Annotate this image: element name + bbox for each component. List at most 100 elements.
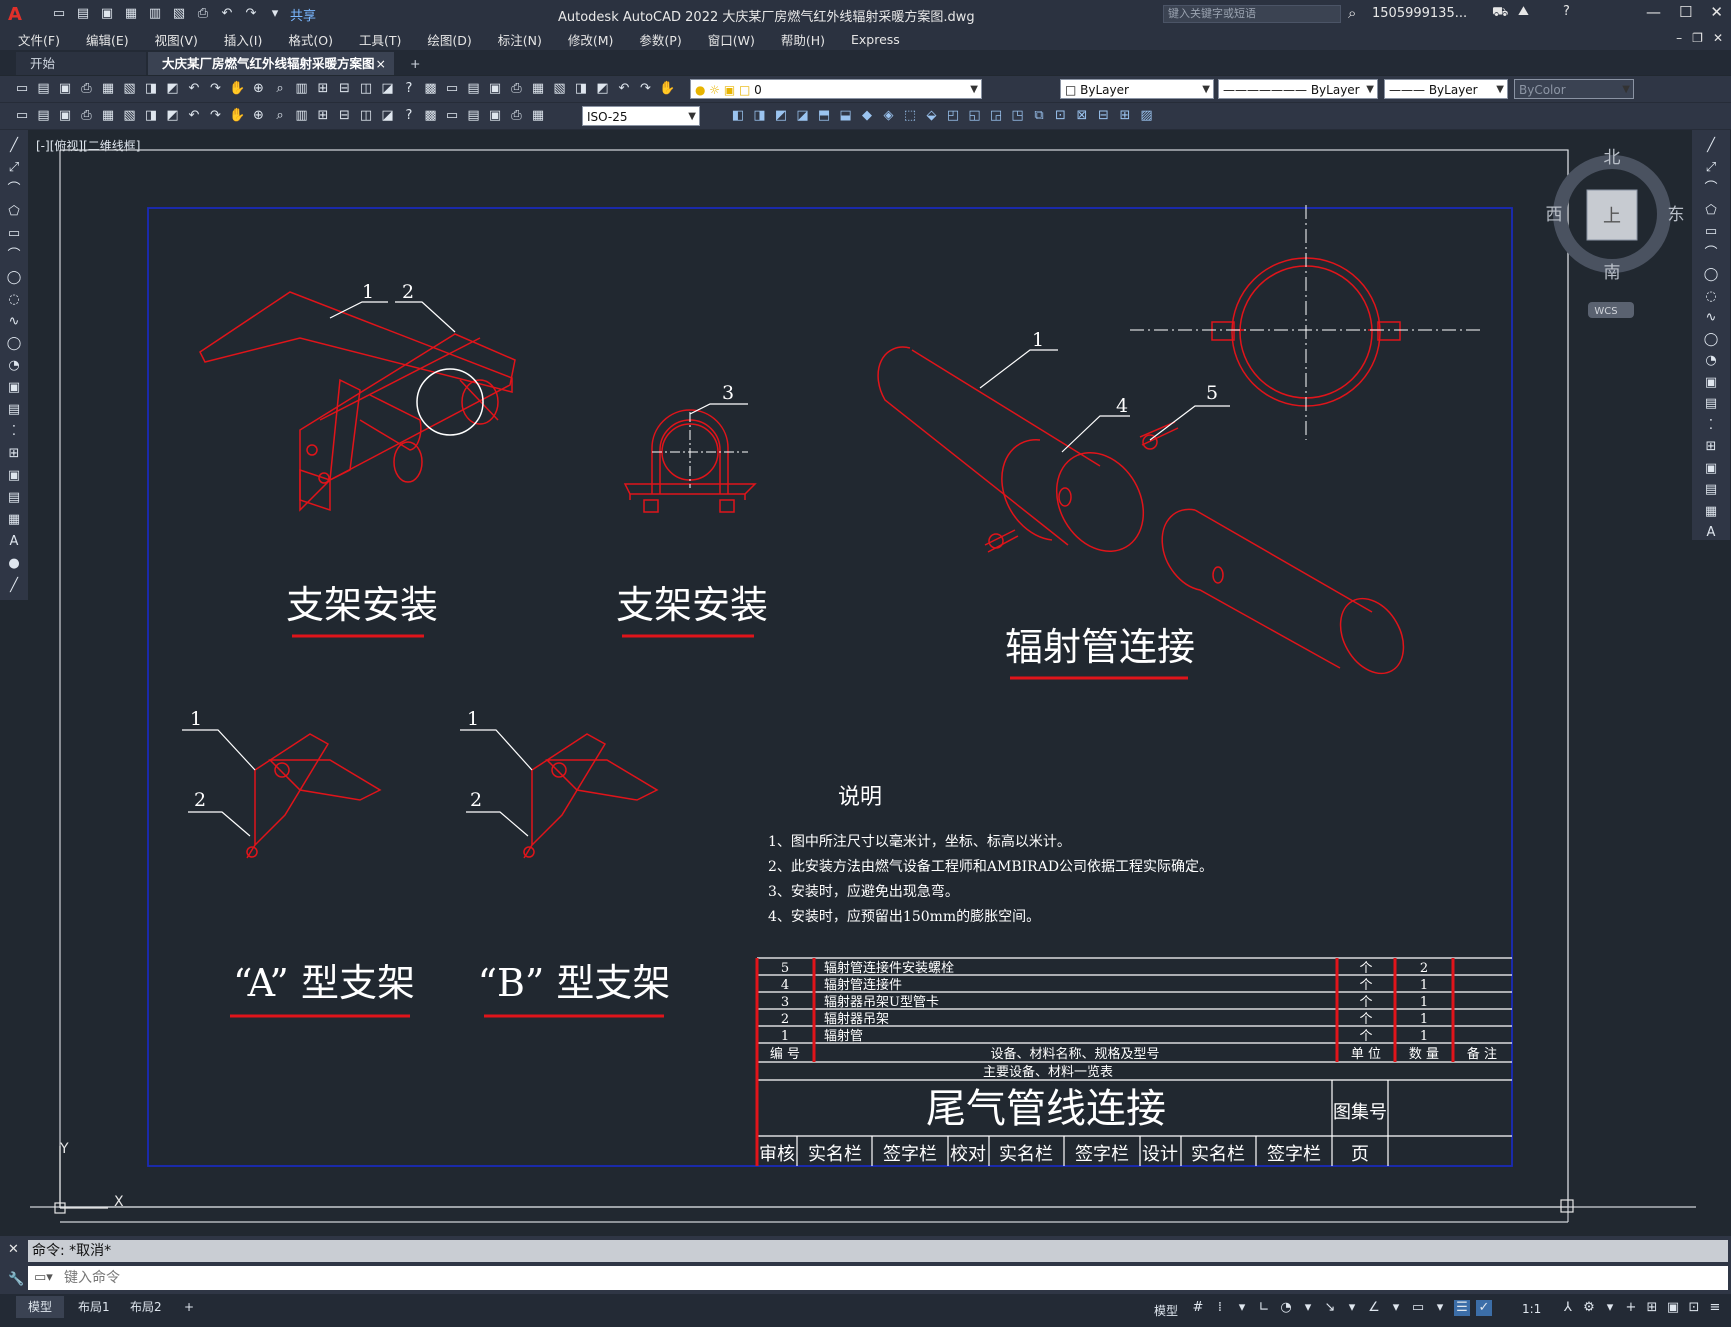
status-toggle-icon[interactable]: + <box>1623 1300 1639 1316</box>
note-4: 4、安装时，应预留出150mm的膨胀空间。 <box>768 908 1040 925</box>
viewcube-east[interactable]: 东 <box>1668 205 1685 225</box>
titleblock-signature-3: 签字栏 <box>1267 1144 1321 1165</box>
row-no: 4 <box>781 978 789 993</box>
status-toggle-icon[interactable]: ⅄ <box>1560 1300 1576 1316</box>
row-unit: 个 <box>1359 995 1372 1010</box>
drawing-canvas[interactable]: 1 2 3 1 4 5 1 2 1 2 支架安装 支架安装 辐射管连接 “A” … <box>0 0 1731 1236</box>
viewcube-top[interactable]: 上 <box>1603 206 1621 227</box>
border-frame <box>30 149 1696 1223</box>
callout-leaders-1 <box>329 301 456 333</box>
row-qty: 1 <box>1420 978 1428 993</box>
label-bracket-install-2: 支架安装 <box>616 583 768 627</box>
status-toggle-icon[interactable]: ⊡ <box>1686 1300 1702 1316</box>
type-b-callout-1: 1 <box>467 708 479 730</box>
layout-tab-1[interactable]: 布局1 <box>66 1296 122 1318</box>
status-toggle-icon[interactable]: # <box>1190 1300 1206 1316</box>
row-unit: 个 <box>1359 961 1372 976</box>
header-name: 设备、材料名称、规格及型号 <box>990 1046 1159 1062</box>
status-toggle-icon[interactable]: ▭ <box>1410 1300 1426 1316</box>
type-a-callout-2: 2 <box>194 789 206 811</box>
status-toggle-icon[interactable]: ▾ <box>1300 1300 1316 1316</box>
callout-3: 3 <box>722 382 734 404</box>
type-b-bracket-drawing <box>523 733 659 859</box>
titleblock-realname-2: 实名栏 <box>999 1144 1053 1165</box>
notes-heading: 说明 <box>838 785 882 810</box>
ucs-y-label: Y <box>59 1141 69 1157</box>
command-input[interactable]: 键入命令 <box>28 1266 1728 1290</box>
connector-centerlines <box>1130 205 1480 440</box>
type-a-bracket-drawing <box>246 733 382 859</box>
status-bar: 模型 布局1 布局2 + 模型 # ⁞ ▾ ∟ ◔ ▾ ↘ ▾ ∠ ▾ ▭ ▾ ☰ ✓ ⅄ ⚙ ▾ + ⊞ ▣ ⊡ ≡ 1… <box>0 1294 1731 1327</box>
row-no: 1 <box>781 1029 789 1044</box>
callout-leader-3 <box>689 403 748 415</box>
row-no: 3 <box>781 995 789 1010</box>
viewcube-south[interactable]: 南 <box>1604 263 1621 283</box>
row-qty: 2 <box>1420 961 1428 976</box>
bracket-callout-leaders <box>182 729 533 837</box>
annotation-scale[interactable]: 1:1 <box>1522 1302 1541 1316</box>
status-toggle-icon[interactable]: ∟ <box>1256 1300 1272 1316</box>
u-clamp-centerlines <box>652 412 748 488</box>
label-type-b: “B” 型支架 <box>478 961 671 1005</box>
status-toggle-icon[interactable]: ⁞ <box>1212 1300 1228 1316</box>
tube-callout-5: 5 <box>1206 382 1218 404</box>
titleblock-realname-1: 实名栏 <box>808 1144 862 1165</box>
status-toggle-icon[interactable]: ⚙ <box>1581 1300 1597 1316</box>
wcs-label: WCS <box>1594 306 1617 317</box>
status-toggle-icon[interactable]: ☰ <box>1454 1300 1470 1316</box>
header-qty: 数 量 <box>1409 1047 1439 1062</box>
callout-2: 2 <box>402 281 414 303</box>
row-qty: 1 <box>1420 1029 1428 1044</box>
label-type-a: “A” 型支架 <box>233 961 415 1005</box>
close-cmd-icon[interactable]: ✕ <box>8 1242 19 1257</box>
viewcube-west[interactable]: 西 <box>1546 205 1563 225</box>
status-toggle-icon[interactable]: ∠ <box>1366 1300 1382 1316</box>
status-toggle-icon[interactable]: ▾ <box>1344 1300 1360 1316</box>
status-toggle-icon[interactable]: ≡ <box>1707 1300 1723 1316</box>
table-caption: 主要设备、材料一览表 <box>983 1064 1113 1080</box>
row-unit: 个 <box>1359 1029 1372 1044</box>
status-toggle-icon[interactable]: ▾ <box>1388 1300 1404 1316</box>
header-remark: 备 注 <box>1467 1046 1497 1062</box>
row-name: 辐射管 <box>824 1028 863 1044</box>
status-toggle-icon[interactable]: ↘ <box>1322 1300 1338 1316</box>
status-toggle-icon[interactable]: ▾ <box>1234 1300 1250 1316</box>
titleblock-page: 页 <box>1351 1144 1369 1165</box>
titleblock-signature-2: 签字栏 <box>1075 1144 1129 1165</box>
command-prompt-icon[interactable]: ▭▾ <box>34 1270 53 1285</box>
note-1: 1、图中所注尺寸以毫米计，坐标、标高以米计。 <box>768 833 1071 850</box>
wrench-icon[interactable]: 🔧 <box>8 1272 24 1287</box>
bracket-install-drawing-1 <box>199 291 516 512</box>
titleblock-atlas-no: 图集号 <box>1333 1102 1387 1123</box>
status-toggle-icon[interactable]: ▣ <box>1665 1300 1681 1316</box>
header-no: 编 号 <box>770 1047 800 1062</box>
row-qty: 1 <box>1420 1012 1428 1027</box>
ucs-x-label: X <box>114 1194 124 1210</box>
status-toggle-icon[interactable]: ▾ <box>1602 1300 1618 1316</box>
tube-callout-1: 1 <box>1032 329 1044 351</box>
equipment-table-rows: 5 辐射管连接件安装螺栓个 24 辐射管连接件个 13 辐射器吊架U型管卡个 12 辐射器吊架… <box>781 960 1428 1044</box>
row-name: 辐射管连接件安装螺栓 <box>824 960 954 976</box>
row-name: 辐射器吊架 <box>824 1011 889 1027</box>
layout-tab-model[interactable]: 模型 <box>16 1296 65 1318</box>
viewcube-north[interactable]: 北 <box>1604 148 1621 168</box>
tube-callout-4: 4 <box>1116 395 1128 417</box>
status-toggle-icon[interactable]: ⊞ <box>1644 1300 1660 1316</box>
status-toggle-icon[interactable]: ▾ <box>1432 1300 1448 1316</box>
titleblock-review: 审核 <box>759 1144 795 1165</box>
layout-tab-2[interactable]: 布局2 <box>118 1296 174 1318</box>
titleblock-design: 设计 <box>1142 1144 1178 1165</box>
row-unit: 个 <box>1359 1012 1372 1027</box>
label-bracket-install-1: 支架安装 <box>286 583 438 627</box>
command-line: ✕ 🔧 命令: *取消* 键入命令 ▭▾ <box>0 1236 1731 1294</box>
callout-1: 1 <box>362 281 374 303</box>
label-radiant-tube-connection: 辐射管连接 <box>1005 625 1195 669</box>
viewcube[interactable]: 上 北 南 东 西 WCS <box>1540 142 1690 326</box>
titleblock-title: 尾气管线连接 <box>926 1086 1166 1132</box>
detail-circle <box>416 368 484 436</box>
status-toggle-icon[interactable]: ◔ <box>1278 1300 1294 1316</box>
model-space-button[interactable]: 模型 <box>1154 1302 1178 1319</box>
add-layout-icon[interactable]: + <box>172 1296 206 1318</box>
type-b-callout-2: 2 <box>470 789 482 811</box>
status-toggle-icon[interactable]: ✓ <box>1476 1300 1492 1316</box>
